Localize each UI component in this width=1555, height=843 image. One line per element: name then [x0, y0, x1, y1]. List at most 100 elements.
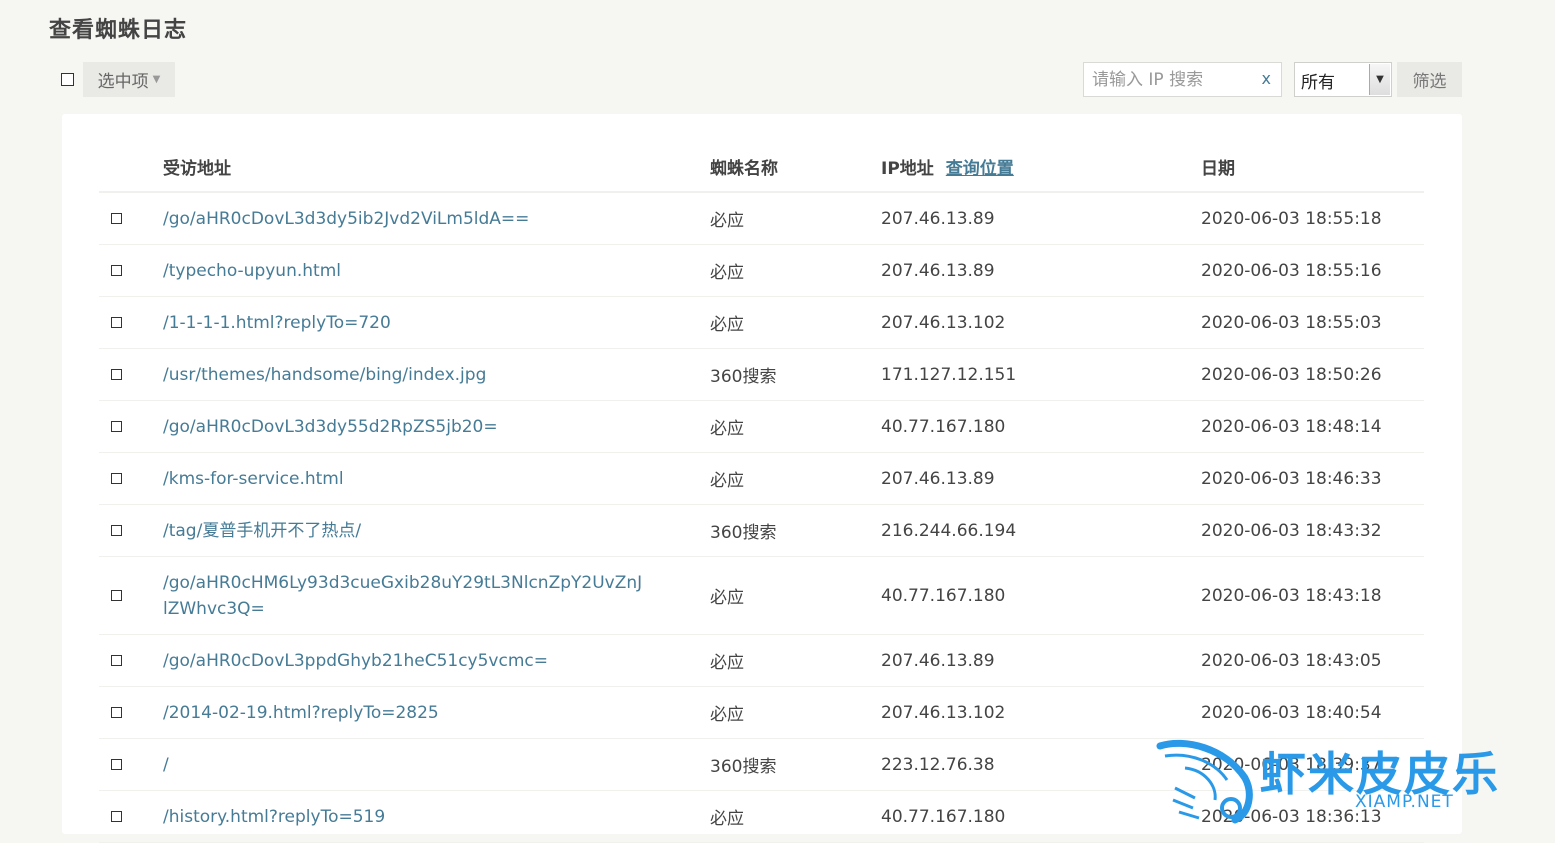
spider-name: 必应: [710, 686, 881, 739]
table-row: /go/aHR0cDovL3d3dy55d2RpZS5jb20= 必应 40.77.…: [99, 400, 1424, 453]
visited-url-link[interactable]: /go/aHR0cDovL3ppdGhyb21heC51cy5vcmc=: [163, 648, 643, 674]
chevron-down-icon[interactable]: ▼: [1369, 64, 1390, 95]
ip-address: 216.244.66.194: [881, 504, 1201, 557]
selected-items-dropdown[interactable]: 选中项 ▼: [83, 62, 175, 97]
table-row: /go/aHR0cDovL3ppdGhyb21heC51cy5vcmc= 必应 20…: [99, 634, 1424, 687]
select-all-checkbox[interactable]: [61, 73, 74, 86]
ip-address: 223.12.76.38: [881, 738, 1201, 791]
ip-address: 207.46.13.89: [881, 634, 1201, 687]
log-date: 2020-06-03 18:40:54: [1201, 686, 1424, 739]
spider-name: 必应: [710, 192, 881, 245]
shrimp-logo-icon: [1156, 739, 1253, 824]
url-cell: /tag/夏普手机开不了热点/: [163, 504, 710, 557]
visited-url-link[interactable]: /: [163, 752, 643, 778]
header-date: 日期: [1201, 142, 1424, 193]
log-date: 2020-06-03 18:43:18: [1201, 556, 1424, 635]
header-spider: 蜘蛛名称: [710, 142, 881, 193]
row-checkbox-cell: [99, 244, 163, 297]
log-date: 2020-06-03 18:55:18: [1201, 192, 1424, 245]
ip-address: 40.77.167.180: [881, 400, 1201, 453]
row-checkbox-cell: [99, 452, 163, 505]
visited-url-link[interactable]: /1-1-1-1.html?replyTo=720: [163, 310, 643, 336]
visited-url-link[interactable]: /kms-for-service.html: [163, 466, 643, 492]
spider-name: 360搜索: [710, 504, 881, 557]
table-row: /tag/夏普手机开不了热点/360搜索 216.244.66.194 2020-0…: [99, 504, 1424, 557]
watermark: 虾米皮皮乐 XIAMP.NET: [1155, 738, 1555, 825]
ip-address: 207.46.13.89: [881, 244, 1201, 297]
row-checkbox[interactable]: [111, 589, 122, 601]
visited-url-link[interactable]: /typecho-upyun.html: [163, 258, 643, 284]
row-checkbox[interactable]: [111, 212, 122, 224]
row-checkbox[interactable]: [111, 264, 122, 276]
row-checkbox[interactable]: [111, 524, 122, 536]
visited-url-link[interactable]: /go/aHR0cDovL3d3dy55d2RpZS5jb20=: [163, 414, 643, 440]
visited-url-link[interactable]: /usr/themes/handsome/bing/index.jpg: [163, 362, 643, 388]
visited-url-link[interactable]: /tag/夏普手机开不了热点/: [163, 518, 643, 544]
table-row: /go/aHR0cDovL3d3dy5ib2Jvd2ViLm5ldA== 必应 20…: [99, 192, 1424, 245]
spider-name: 必应: [710, 556, 881, 635]
header-ip: IP地址 查询位置: [881, 142, 1201, 193]
row-checkbox-cell: [99, 504, 163, 557]
spider-name: 360搜索: [710, 738, 881, 791]
log-date: 2020-06-03 18:50:26: [1201, 348, 1424, 401]
url-cell: /: [163, 738, 710, 791]
ip-address: 171.127.12.151: [881, 348, 1201, 401]
log-date: 2020-06-03 18:48:14: [1201, 400, 1424, 453]
caret-down-icon: ▼: [152, 74, 161, 85]
log-date: 2020-06-03 18:55:16: [1201, 244, 1424, 297]
row-checkbox[interactable]: [111, 316, 122, 328]
spider-name: 必应: [710, 400, 881, 453]
visited-url-link[interactable]: /history.html?replyTo=519: [163, 804, 643, 830]
url-cell: /2014-02-19.html?replyTo=2825: [163, 686, 710, 739]
row-checkbox[interactable]: [111, 706, 122, 718]
log-date: 2020-06-03 18:43:32: [1201, 504, 1424, 557]
row-checkbox[interactable]: [111, 758, 122, 770]
log-date: 2020-06-03 18:46:33: [1201, 452, 1424, 505]
spider-name: 必应: [710, 296, 881, 349]
row-checkbox[interactable]: [111, 420, 122, 432]
row-checkbox[interactable]: [111, 472, 122, 484]
table-header-row: 受访地址 蜘蛛名称 IP地址 查询位置 日期: [99, 142, 1424, 193]
selected-items-label: 选中项: [97, 72, 149, 92]
row-checkbox-cell: [99, 192, 163, 245]
row-checkbox[interactable]: [111, 654, 122, 666]
filter-button[interactable]: 筛选: [1397, 62, 1462, 97]
visited-url-link[interactable]: /go/aHR0cDovL3d3dy5ib2Jvd2ViLm5ldA==: [163, 206, 643, 232]
row-checkbox-cell: [99, 400, 163, 453]
url-cell: /kms-for-service.html: [163, 452, 710, 505]
page-title: 查看蜘蛛日志: [49, 18, 188, 43]
row-checkbox-cell: [99, 348, 163, 401]
table-row: /typecho-upyun.html 必应 207.46.13.89 2020-06…: [99, 244, 1424, 297]
url-cell: /go/aHR0cDovL3d3dy5ib2Jvd2ViLm5ldA==: [163, 192, 710, 245]
row-checkbox-cell: [99, 738, 163, 791]
row-checkbox[interactable]: [111, 810, 122, 822]
ip-search-box: x: [1083, 62, 1282, 97]
table-row: /go/aHR0cHM6Ly93d3cueGxib28uY29tL3NlcnZp…: [99, 556, 1424, 635]
locate-ip-link[interactable]: 查询位置: [946, 159, 1014, 179]
visited-url-link[interactable]: /go/aHR0cHM6Ly93d3cueGxib28uY29tL3NlcnZp…: [163, 570, 643, 622]
row-checkbox-cell: [99, 634, 163, 687]
row-checkbox-cell: [99, 296, 163, 349]
ip-address: 207.46.13.89: [881, 452, 1201, 505]
url-cell: /history.html?replyTo=519: [163, 790, 710, 843]
spider-name: 必应: [710, 634, 881, 687]
spider-filter-select[interactable]: 所有 ▼: [1294, 62, 1392, 97]
url-cell: /usr/themes/handsome/bing/index.jpg: [163, 348, 710, 401]
ip-search-input[interactable]: [1084, 63, 1262, 96]
clear-icon[interactable]: x: [1262, 69, 1271, 88]
url-cell: /typecho-upyun.html: [163, 244, 710, 297]
row-checkbox-cell: [99, 556, 163, 635]
ip-address: 207.46.13.89: [881, 192, 1201, 245]
header-url: 受访地址: [163, 142, 710, 193]
table-row: /usr/themes/handsome/bing/index.jpg 360搜索…: [99, 348, 1424, 401]
row-checkbox[interactable]: [111, 368, 122, 380]
watermark-subtitle: XIAMP.NET: [1355, 792, 1454, 812]
log-date: 2020-06-03 18:43:05: [1201, 634, 1424, 687]
spider-name: 必应: [710, 452, 881, 505]
row-checkbox-cell: [99, 790, 163, 843]
spider-name: 360搜索: [710, 348, 881, 401]
visited-url-link[interactable]: /2014-02-19.html?replyTo=2825: [163, 700, 643, 726]
table-row: /1-1-1-1.html?replyTo=720 必应 207.46.13.102…: [99, 296, 1424, 349]
spider-filter-value: 所有: [1301, 73, 1335, 93]
header-ip-label: IP地址: [881, 159, 934, 179]
